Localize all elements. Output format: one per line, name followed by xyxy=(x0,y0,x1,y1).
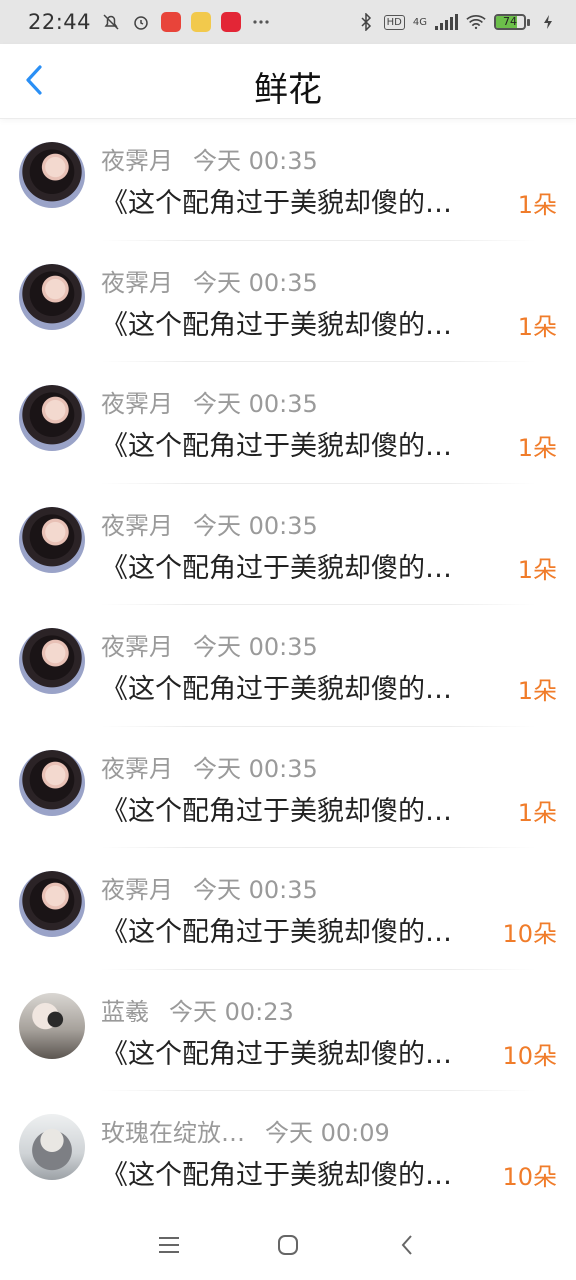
user-name[interactable]: 玫瑰在绽放… xyxy=(101,1113,245,1148)
book-title: 《这个配角过于美貌却傻的… xyxy=(101,795,452,827)
battery-icon: 74 xyxy=(494,14,530,30)
page-title: 鲜花 xyxy=(254,70,322,110)
book-title: 《这个配角过于美貌却傻的… xyxy=(101,431,452,462)
charging-icon xyxy=(538,12,558,32)
status-left: 22:44 xyxy=(28,10,271,34)
menu-icon xyxy=(159,1237,180,1253)
timestamp: 今天 00:35 xyxy=(193,268,318,297)
list-item[interactable]: 玫瑰在绽放… 今天 00:09 《这个配角过于美貌却傻的… 10朵 xyxy=(0,1091,576,1213)
avatar[interactable] xyxy=(19,506,85,573)
timestamp: 今天 00:35 xyxy=(193,754,318,783)
list-item[interactable]: 夜霁月 今天 00:35 《这个配角过于美貌却傻的… 1朵 xyxy=(0,362,576,484)
wifi-icon xyxy=(466,12,486,32)
more-dots-icon xyxy=(251,12,271,32)
hd-icon: HD xyxy=(383,14,405,30)
avatar[interactable] xyxy=(19,142,85,208)
item-meta: 夜霁月 今天 00:35 xyxy=(101,627,318,662)
avatar[interactable] xyxy=(19,871,85,937)
list-item[interactable]: 夜霁月 今天 00:35 《这个配角过于美貌却傻的… 1朵 xyxy=(0,241,576,362)
timestamp: 今天 00:35 xyxy=(193,876,318,904)
list-item[interactable]: 夜霁月 今天 00:35 《这个配角过于美貌却傻的… 1朵 xyxy=(0,119,576,241)
item-meta: 夜霁月 今天 00:35 xyxy=(101,263,318,298)
home-button[interactable] xyxy=(268,1225,308,1265)
list-item[interactable]: 夜霁月 今天 00:35 《这个配角过于美貌却傻的… 1朵 xyxy=(0,484,576,605)
status-right: HD 4G 74 xyxy=(356,12,558,32)
book-title: 《这个配角过于美貌却傻的… xyxy=(101,188,452,219)
item-meta: 夜霁月 今天 00:35 xyxy=(101,141,318,176)
flower-count: 1朵 xyxy=(517,312,557,341)
user-name[interactable]: 夜霁月 xyxy=(101,141,173,176)
app-icon xyxy=(191,12,212,32)
list-item[interactable]: 蓝羲 今天 00:23 《这个配角过于美貌却傻的… 10朵 xyxy=(0,970,576,1091)
status-bar: 22:44 HD 4G 74 xyxy=(0,0,576,44)
timestamp: 今天 00:35 xyxy=(193,511,318,540)
system-back-button[interactable] xyxy=(387,1225,427,1265)
user-name[interactable]: 夜霁月 xyxy=(101,506,173,541)
timestamp: 今天 00:09 xyxy=(265,1119,390,1147)
item-meta: 蓝羲 今天 00:23 xyxy=(101,992,294,1027)
flower-count: 1朵 xyxy=(517,555,557,584)
timestamp: 今天 00:35 xyxy=(193,147,318,175)
flower-count: 1朵 xyxy=(517,434,557,462)
avatar[interactable] xyxy=(19,628,85,694)
user-name[interactable]: 夜霁月 xyxy=(101,627,173,662)
book-title: 《这个配角过于美貌却傻的… xyxy=(101,674,452,705)
flower-count: 10朵 xyxy=(502,1041,557,1070)
flower-count: 10朵 xyxy=(502,1163,557,1191)
avatar[interactable] xyxy=(19,749,85,816)
home-icon xyxy=(277,1235,298,1255)
avatar[interactable] xyxy=(19,992,85,1059)
app-icon xyxy=(161,12,182,32)
list-item[interactable]: 夜霁月 今天 00:35 《这个配角过于美貌却傻的… 10朵 xyxy=(0,848,576,970)
header-bar: 鲜花 xyxy=(0,44,576,119)
flower-count: 1朵 xyxy=(517,191,557,219)
user-name[interactable]: 蓝羲 xyxy=(101,992,149,1027)
alarm-icon xyxy=(131,12,151,32)
flower-count: 1朵 xyxy=(517,677,557,705)
item-meta: 玫瑰在绽放… 今天 00:09 xyxy=(101,1113,390,1148)
item-meta: 夜霁月 今天 00:35 xyxy=(101,506,318,541)
battery-level: 74 xyxy=(503,15,517,28)
book-title: 《这个配角过于美貌却傻的… xyxy=(101,1160,452,1191)
user-name[interactable]: 夜霁月 xyxy=(101,870,173,905)
signal-icon xyxy=(435,14,458,30)
timestamp: 今天 00:35 xyxy=(193,390,318,418)
user-name[interactable]: 夜霁月 xyxy=(101,384,173,419)
list-item[interactable]: 夜霁月 今天 00:35 《这个配角过于美貌却傻的… 1朵 xyxy=(0,605,576,727)
avatar[interactable] xyxy=(19,385,85,451)
book-title: 《这个配角过于美貌却傻的… xyxy=(101,552,452,584)
book-title: 《这个配角过于美貌却傻的… xyxy=(101,1038,452,1070)
bluetooth-icon xyxy=(356,12,376,32)
list-item[interactable]: 夜霁月 今天 00:35 《这个配角过于美貌却傻的… 1朵 xyxy=(0,727,576,848)
book-title: 《这个配角过于美貌却傻的… xyxy=(101,917,452,948)
timestamp: 今天 00:23 xyxy=(169,997,294,1026)
book-title: 《这个配角过于美貌却傻的… xyxy=(101,309,452,341)
user-name[interactable]: 夜霁月 xyxy=(101,263,173,298)
app-icon xyxy=(221,12,242,32)
avatar[interactable] xyxy=(19,1114,85,1180)
flower-count: 1朵 xyxy=(517,798,557,827)
mute-icon xyxy=(101,12,121,32)
item-meta: 夜霁月 今天 00:35 xyxy=(101,870,318,905)
user-name[interactable]: 夜霁月 xyxy=(101,749,173,784)
flower-count: 10朵 xyxy=(502,920,557,948)
system-nav-bar xyxy=(0,1210,576,1280)
item-meta: 夜霁月 今天 00:35 xyxy=(101,384,318,419)
flower-list: 夜霁月 今天 00:35 《这个配角过于美貌却傻的… 1朵 夜霁月 今天 00:… xyxy=(0,119,576,1213)
timestamp: 今天 00:35 xyxy=(193,633,318,661)
avatar[interactable] xyxy=(19,263,85,330)
back-icon xyxy=(401,1235,412,1255)
status-time: 22:44 xyxy=(28,10,92,34)
network-label: 4G xyxy=(412,16,427,28)
item-meta: 夜霁月 今天 00:35 xyxy=(101,749,318,784)
menu-button[interactable] xyxy=(149,1225,189,1265)
